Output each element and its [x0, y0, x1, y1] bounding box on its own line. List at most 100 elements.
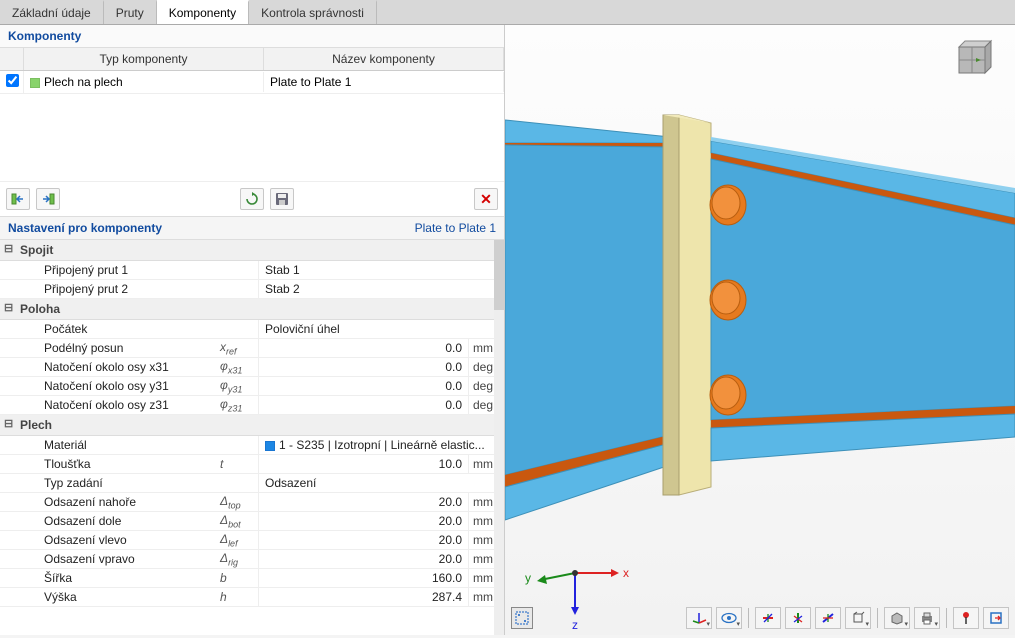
property-text-value: 1 - S235 | Izotropní | Lineárně elastic.… [259, 436, 504, 454]
property-value[interactable]: 10.0 [259, 455, 468, 473]
property-symbol: t [220, 457, 258, 471]
property-symbol: Δbot [220, 513, 258, 529]
property-symbol: φy31 [220, 378, 258, 394]
property-symbol: xref [220, 340, 258, 356]
select-mode-button[interactable] [511, 607, 533, 629]
property-label: Připojený prut 2 [0, 280, 220, 298]
property-label: Natočení okolo osy y31 [0, 377, 220, 395]
property-label: Typ zadání [0, 474, 220, 492]
property-row[interactable]: Podélný posunxref0.0mm [0, 339, 504, 358]
components-toolbar: ✕ [0, 181, 504, 216]
property-label: Výška [0, 588, 220, 606]
tab-members[interactable]: Pruty [104, 0, 157, 24]
nav-cube[interactable] [947, 33, 997, 83]
property-label: Počátek [0, 320, 220, 338]
components-table-header: Typ komponenty Název komponenty [0, 48, 504, 71]
property-label: Tloušťka [0, 455, 220, 473]
property-label: Odsazení dole [0, 512, 220, 530]
row-name: Plate to Plate 1 [264, 72, 504, 92]
property-text-value: Odsazení [259, 474, 504, 492]
group-header[interactable]: Spojit [0, 240, 504, 261]
view-x-button[interactable] [755, 607, 781, 629]
property-row[interactable]: Natočení okolo osy x31φx310.0deg [0, 358, 504, 377]
print-button[interactable]: ▾ [914, 607, 940, 629]
property-symbol: b [220, 571, 258, 585]
group-header[interactable]: Plech [0, 415, 504, 436]
property-value[interactable]: 287.4 [259, 588, 468, 606]
tab-label: Komponenty [169, 6, 236, 20]
property-row[interactable]: Typ zadání Odsazení [0, 474, 504, 493]
pin-button[interactable] [953, 607, 979, 629]
property-row[interactable]: Materiál1 - S235 | Izotropní | Lineárně … [0, 436, 504, 455]
property-value[interactable]: 0.0 [259, 377, 468, 395]
fullscreen-button[interactable] [983, 607, 1009, 629]
tab-label: Kontrola správnosti [261, 6, 364, 20]
property-label: Šířka [0, 569, 220, 587]
properties-panel[interactable]: SpojitPřipojený prut 1Stab 1Připojený pr… [0, 240, 504, 635]
property-row[interactable]: Připojený prut 1Stab 1 [0, 261, 504, 280]
property-symbol: φx31 [220, 359, 258, 375]
tab-label: Pruty [116, 6, 144, 20]
property-value[interactable]: 20.0 [259, 493, 468, 511]
property-text-value: Stab 1 [259, 261, 504, 279]
tab-check[interactable]: Kontrola správnosti [249, 0, 377, 24]
settings-subtitle: Plate to Plate 1 [415, 221, 496, 235]
property-row[interactable]: Odsazení vlevoΔlef20.0mm [0, 531, 504, 550]
tab-components[interactable]: Komponenty [157, 0, 249, 24]
property-value[interactable]: 20.0 [259, 550, 468, 568]
property-row[interactable]: Výškah287.4mm [0, 588, 504, 607]
components-table-body: Plech na plech Plate to Plate 1 [0, 71, 504, 181]
property-value[interactable]: 20.0 [259, 512, 468, 530]
components-panel-title: Komponenty [0, 25, 504, 48]
property-label: Odsazení vlevo [0, 531, 220, 549]
property-value[interactable]: 160.0 [259, 569, 468, 587]
property-label: Odsazení vpravo [0, 550, 220, 568]
row-checkbox[interactable] [6, 74, 19, 87]
property-row[interactable]: Odsazení vpravoΔrig20.0mm [0, 550, 504, 569]
property-text-value: Poloviční úhel [259, 320, 504, 338]
axis-y-label: y [525, 571, 531, 585]
property-symbol: h [220, 590, 258, 604]
table-row[interactable]: Plech na plech Plate to Plate 1 [0, 71, 504, 94]
view-z-button[interactable] [815, 607, 841, 629]
delete-button[interactable]: ✕ [474, 188, 498, 210]
property-value[interactable]: 0.0 [259, 396, 468, 414]
viewport-toolbar: ▾ ▾ ▾ ▾ ▾ [686, 607, 1009, 629]
settings-title: Nastavení pro komponenty [8, 221, 162, 235]
render-mode-button[interactable]: ▾ [884, 607, 910, 629]
property-row[interactable]: Počátek Poloviční úhel [0, 320, 504, 339]
save-button[interactable] [270, 188, 294, 210]
insert-left-button[interactable] [6, 188, 30, 210]
property-symbol: Δrig [220, 551, 258, 567]
property-value[interactable]: 0.0 [259, 339, 468, 357]
color-swatch-icon [265, 441, 275, 451]
property-row[interactable]: Natočení okolo osy z31φz310.0deg [0, 396, 504, 415]
axis-tool-button[interactable]: ▾ [686, 607, 712, 629]
col-type-header: Typ komponenty [24, 48, 264, 70]
refresh-button[interactable] [240, 188, 264, 210]
view-y-button[interactable] [785, 607, 811, 629]
view-iso-button[interactable]: ▾ [845, 607, 871, 629]
viewport-3d[interactable]: x y z ▾ ▾ [505, 25, 1015, 635]
group-header[interactable]: Poloha [0, 299, 504, 320]
axis-x-label: x [623, 566, 629, 580]
property-row[interactable]: Tloušťkat10.0mm [0, 455, 504, 474]
property-label: Odsazení nahoře [0, 493, 220, 511]
tab-basic-data[interactable]: Základní údaje [0, 0, 104, 24]
row-type: Plech na plech [44, 75, 123, 89]
property-symbol: Δtop [220, 494, 258, 510]
visibility-button[interactable]: ▾ [716, 607, 742, 629]
settings-header: Nastavení pro komponenty Plate to Plate … [0, 216, 504, 240]
tab-label: Základní údaje [12, 6, 91, 20]
property-row[interactable]: Šířkab160.0mm [0, 569, 504, 588]
property-value[interactable]: 0.0 [259, 358, 468, 376]
property-value[interactable]: 20.0 [259, 531, 468, 549]
property-row[interactable]: Odsazení doleΔbot20.0mm [0, 512, 504, 531]
insert-right-button[interactable] [36, 188, 60, 210]
property-label: Podélný posun [0, 339, 220, 357]
property-row[interactable]: Natočení okolo osy y31φy310.0deg [0, 377, 504, 396]
property-row[interactable]: Odsazení nahořeΔtop20.0mm [0, 493, 504, 512]
property-row[interactable]: Připojený prut 2 Stab 2 [0, 280, 504, 299]
scrollbar[interactable] [494, 240, 504, 635]
property-text-value: Stab 2 [259, 280, 504, 298]
